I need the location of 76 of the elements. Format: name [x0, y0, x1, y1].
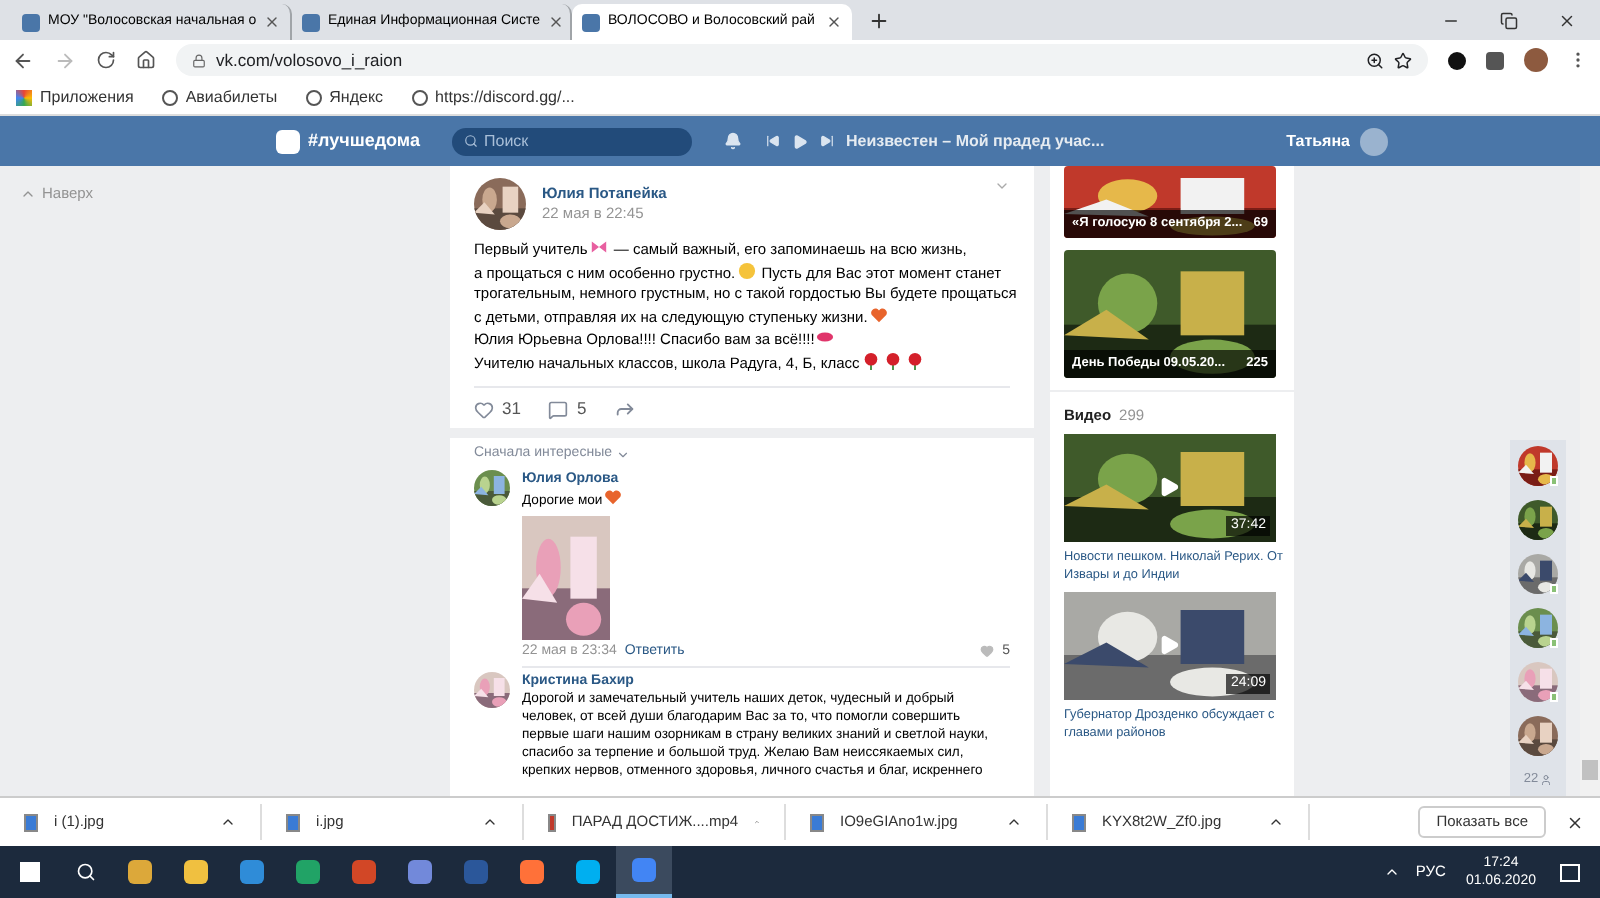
- caret-icon[interactable]: [1268, 814, 1284, 830]
- caret-icon[interactable]: [1006, 814, 1022, 830]
- like-icon[interactable]: [474, 399, 494, 419]
- search-field[interactable]: Поиск: [452, 127, 692, 155]
- play-icon[interactable]: [792, 133, 808, 149]
- site-icon: [582, 13, 600, 31]
- taskbar-app-icon[interactable]: [520, 860, 544, 884]
- zoom-icon[interactable]: [1366, 51, 1384, 69]
- close-icon[interactable]: [1558, 12, 1576, 30]
- site-icon: [22, 13, 40, 31]
- bookmark[interactable]: Приложения: [16, 85, 134, 109]
- logo-icon[interactable]: [276, 129, 300, 153]
- restore-icon[interactable]: [1500, 12, 1518, 30]
- bookmark[interactable]: Авиабилеты: [161, 85, 278, 109]
- taskbar-app-icon[interactable]: [408, 860, 432, 884]
- bow-icon: [589, 238, 608, 256]
- close-icon[interactable]: [826, 14, 842, 30]
- search-icon: [464, 134, 478, 148]
- bookmark[interactable]: Яндекс: [305, 85, 384, 109]
- close-icon[interactable]: [547, 14, 564, 30]
- star-icon[interactable]: [1394, 51, 1412, 69]
- heart-icon: [604, 487, 623, 505]
- extension-icon[interactable]: [1448, 51, 1466, 69]
- caret-icon: [616, 447, 630, 462]
- image-file-icon: [1072, 813, 1086, 831]
- video-file-icon: [548, 813, 556, 831]
- rose-icon: [883, 351, 902, 369]
- close-icon[interactable]: [264, 14, 281, 30]
- taskbar-app-icon[interactable]: [296, 860, 320, 884]
- like-count: 31: [502, 398, 521, 420]
- globe-icon: [161, 89, 178, 105]
- extension-icon[interactable]: [1486, 51, 1504, 69]
- share-icon[interactable]: [614, 398, 637, 420]
- image-file-icon: [286, 813, 300, 831]
- image-file-icon: [24, 813, 38, 831]
- close-icon[interactable]: [1566, 813, 1584, 831]
- notifications-icon[interactable]: [1560, 863, 1580, 881]
- caret-icon[interactable]: [220, 814, 236, 830]
- bell-icon[interactable]: [724, 132, 742, 150]
- track-title[interactable]: Неизвестен – Мой прадед учас...: [846, 129, 1105, 153]
- address-bar[interactable]: vk.com/volosovo_i_raion: [176, 44, 1428, 76]
- rose-icon: [905, 351, 924, 369]
- lips-icon: [816, 328, 835, 346]
- caret-icon[interactable]: [482, 814, 498, 830]
- reload-icon[interactable]: [96, 50, 116, 70]
- taskbar-app-icon[interactable]: [576, 860, 600, 884]
- url-text: vk.com/volosovo_i_raion: [216, 47, 403, 73]
- back-icon[interactable]: [12, 49, 34, 71]
- taskbar-app-icon[interactable]: [240, 860, 264, 884]
- start-icon[interactable]: [20, 862, 40, 882]
- hashtag-link[interactable]: #лучшедома: [308, 127, 452, 155]
- search-icon[interactable]: [76, 862, 96, 882]
- face-icon: [737, 261, 756, 279]
- taskbar-app-icon[interactable]: [128, 860, 152, 884]
- globe-icon: [411, 89, 428, 105]
- heart-icon: [869, 305, 888, 323]
- previous-icon[interactable]: [766, 134, 780, 148]
- apps-icon: [16, 89, 32, 105]
- next-icon[interactable]: [820, 134, 834, 148]
- user-name[interactable]: Татьяна: [1286, 129, 1350, 153]
- play-icon: [1158, 634, 1180, 657]
- rose-icon: [861, 351, 880, 369]
- image-file-icon: [810, 813, 824, 831]
- bookmark[interactable]: https://discord.gg/...: [411, 85, 575, 109]
- play-icon: [1158, 476, 1180, 499]
- comment-icon[interactable]: [548, 399, 569, 419]
- person-icon: [1540, 773, 1553, 786]
- lock-icon: [192, 53, 206, 67]
- profile-avatar[interactable]: [1524, 48, 1548, 72]
- site-icon: [302, 13, 320, 31]
- comment-count: 5: [576, 398, 587, 420]
- home-icon[interactable]: [136, 50, 156, 70]
- new-tab-icon[interactable]: [868, 10, 890, 32]
- taskbar-app-icon[interactable]: [184, 860, 208, 884]
- globe-icon: [305, 89, 322, 105]
- scrollbar[interactable]: [1580, 166, 1600, 796]
